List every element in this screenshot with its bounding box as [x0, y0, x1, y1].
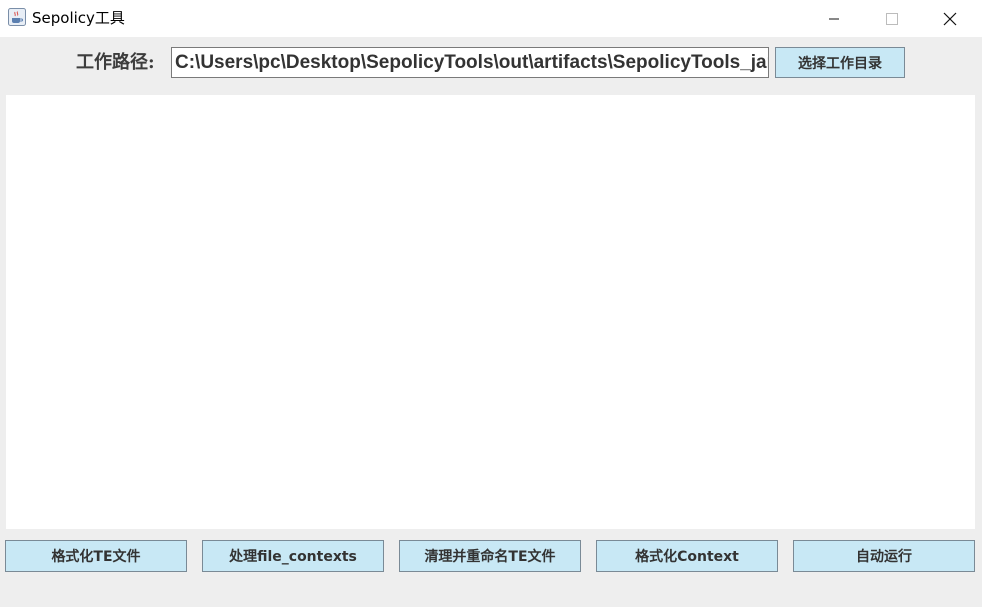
output-text-area[interactable]	[6, 95, 975, 529]
java-coffee-cup-icon	[8, 8, 26, 26]
title-bar: Sepolicy工具	[0, 0, 982, 37]
close-icon	[943, 12, 957, 25]
choose-work-dir-button[interactable]: 选择工作目录	[775, 47, 905, 78]
window-title: Sepolicy工具	[32, 9, 125, 27]
auto-run-button[interactable]: 自动运行	[793, 540, 975, 572]
work-path-label: 工作路径:	[76, 52, 155, 73]
format-te-button[interactable]: 格式化TE文件	[5, 540, 187, 572]
clean-rename-te-button[interactable]: 清理并重命名TE文件	[399, 540, 581, 572]
minimize-button[interactable]	[806, 0, 862, 37]
minimize-icon	[829, 18, 839, 19]
maximize-icon	[886, 12, 898, 25]
close-button[interactable]	[922, 0, 978, 37]
format-context-button[interactable]: 格式化Context	[596, 540, 778, 572]
process-file-contexts-button[interactable]: 处理file_contexts	[202, 540, 384, 572]
maximize-button[interactable]	[864, 0, 920, 37]
work-path-field[interactable]: C:\Users\pc\Desktop\SepolicyTools\out\ar…	[171, 47, 769, 78]
